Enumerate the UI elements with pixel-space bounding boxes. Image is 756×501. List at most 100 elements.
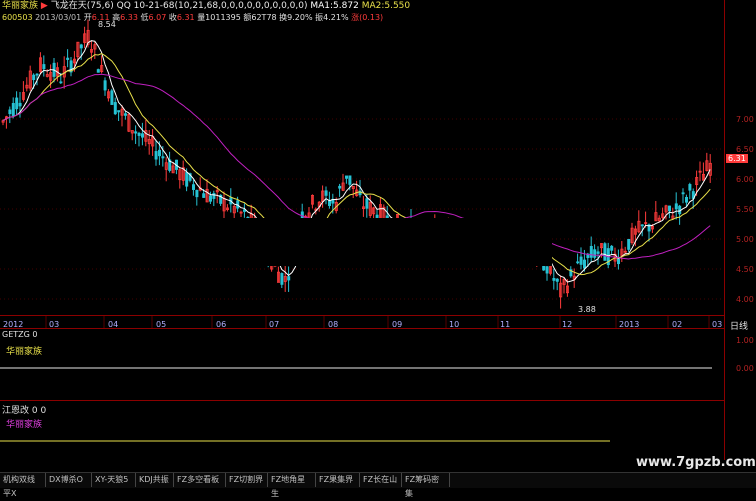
ma2-value: MA2:5.550 bbox=[361, 1, 411, 11]
overlay-top-right bbox=[430, 0, 724, 118]
amplitude-value: 振4.21% bbox=[315, 13, 349, 22]
volume-value: 量1011395 bbox=[197, 13, 241, 22]
candle-body bbox=[117, 110, 121, 113]
high-value: 6.33 bbox=[120, 13, 138, 22]
time-label-12: 12 bbox=[562, 320, 573, 329]
time-label-06: 06 bbox=[216, 320, 227, 329]
candle-body bbox=[191, 184, 195, 190]
candle-body bbox=[688, 184, 692, 191]
price-tick-4-50: 4.50 bbox=[736, 265, 754, 274]
low-value: 6.07 bbox=[148, 13, 167, 22]
candle-body bbox=[15, 97, 19, 110]
panel2-header: 江恩改 0 0 bbox=[2, 403, 46, 416]
candle-body bbox=[685, 196, 689, 203]
time-label-10: 10 bbox=[449, 320, 460, 329]
close-label: 收 bbox=[168, 13, 177, 22]
price-tick-6-00: 6.00 bbox=[736, 175, 754, 184]
time-label-07: 07 bbox=[269, 320, 280, 329]
panel2-title[interactable]: 江恩改 bbox=[2, 406, 29, 416]
candle-body bbox=[124, 113, 128, 116]
candle-body bbox=[287, 276, 291, 281]
turnover-value: 换9.20% bbox=[279, 13, 313, 22]
min-price-marker: 3.88 bbox=[578, 305, 596, 314]
time-label-08: 08 bbox=[328, 320, 339, 329]
max-price-marker: 8.54 bbox=[98, 20, 116, 29]
time-label-2013: 2013 bbox=[619, 320, 640, 329]
stock-name: 华丽家族 bbox=[2, 1, 39, 11]
indicator-params: 10-21-68(10,21,68,0,0,0,0,0,0,0,0,0,0) bbox=[133, 1, 308, 11]
candle-body bbox=[103, 80, 107, 91]
candle-body bbox=[365, 198, 369, 209]
price-panel-bottom-line bbox=[0, 315, 724, 316]
tab-indicator-8[interactable]: FZ果集界 bbox=[316, 473, 360, 487]
tab-indicator-10[interactable]: FZ筹码密集 bbox=[402, 473, 450, 498]
time-label-02: 02 bbox=[672, 320, 683, 329]
tab-indicator-3[interactable]: XY-天狼5 bbox=[92, 473, 136, 487]
period-label[interactable]: 日线 bbox=[730, 319, 748, 332]
overlay-band bbox=[0, 218, 552, 266]
tab-indicator-9[interactable]: FZ长在山 bbox=[360, 473, 402, 487]
change-value: 涨(0.13) bbox=[351, 13, 384, 22]
tab-indicator-5[interactable]: FZ多空看板 bbox=[174, 473, 226, 487]
price-tick-5-00: 5.00 bbox=[736, 235, 754, 244]
candle-body bbox=[327, 200, 331, 206]
price-tick-7-00: 7.00 bbox=[736, 115, 754, 124]
candle-body bbox=[140, 133, 144, 138]
time-label-09: 09 bbox=[392, 320, 403, 329]
open-label: 开 bbox=[83, 13, 92, 22]
watermark: www.7gpzb.com bbox=[636, 455, 756, 470]
price-tick-4-00: 4.00 bbox=[736, 295, 754, 304]
panel2-stock-name: 华丽家族 bbox=[6, 420, 43, 430]
candle-body bbox=[576, 261, 580, 264]
tab-indicator-1[interactable]: 机构双线平X bbox=[0, 473, 46, 498]
chart-right-border bbox=[724, 0, 725, 460]
time-label-2012: 2012 bbox=[3, 320, 24, 329]
candle-body bbox=[66, 57, 70, 60]
candle-body bbox=[617, 258, 621, 265]
tab-indicator-7[interactable]: FZ地角星生 bbox=[268, 473, 316, 498]
amount-value: 额62T78 bbox=[243, 13, 277, 22]
close-value: 6.31 bbox=[176, 13, 195, 22]
candle-body bbox=[552, 277, 556, 281]
panel1-header: GETZG 0 bbox=[2, 330, 37, 339]
candle-body bbox=[579, 256, 583, 265]
candle-body bbox=[42, 64, 46, 70]
candle-body bbox=[11, 102, 15, 116]
candle-body bbox=[185, 172, 189, 187]
panel1-value: 0 bbox=[32, 330, 38, 339]
candle-body bbox=[59, 81, 63, 84]
candle-body bbox=[681, 192, 685, 195]
panel1-tick-1-00: 1.00 bbox=[736, 336, 754, 345]
candle-body bbox=[161, 156, 165, 159]
candle-body bbox=[640, 224, 644, 227]
candle-body bbox=[589, 246, 593, 258]
price-chart[interactable] bbox=[0, 0, 756, 487]
candle-body bbox=[134, 131, 138, 134]
panel1-stock-name: 华丽家族 bbox=[6, 347, 43, 357]
tab-indicator-6[interactable]: FZ切割界 bbox=[226, 473, 268, 487]
candle-body bbox=[154, 151, 158, 160]
candle-body bbox=[280, 273, 284, 285]
candle-body bbox=[96, 69, 100, 73]
period-arrow-icon[interactable]: ▶ bbox=[41, 1, 48, 11]
candle-body bbox=[348, 175, 352, 185]
candle-body bbox=[344, 175, 348, 179]
candle-body bbox=[35, 73, 39, 76]
panel1-title[interactable]: GETZG bbox=[2, 330, 30, 339]
candle-body bbox=[324, 190, 328, 196]
panel2-values: 0 0 bbox=[31, 406, 47, 416]
time-label-03: 03 bbox=[49, 320, 60, 329]
tab-indicator-4[interactable]: KDJ共振 bbox=[136, 473, 174, 487]
candle-body bbox=[603, 243, 607, 261]
candle-body bbox=[545, 266, 549, 274]
time-label-05: 05 bbox=[156, 320, 167, 329]
candle-body bbox=[113, 102, 117, 115]
candle-body bbox=[110, 90, 114, 105]
price-tick-6-50: 6.50 bbox=[736, 145, 754, 154]
time-label-03b: 03 bbox=[712, 320, 723, 329]
stock-code: 600503 bbox=[2, 13, 33, 22]
tab-indicator-2[interactable]: DX博杀O bbox=[46, 473, 92, 487]
candle-body bbox=[596, 251, 600, 254]
panel2-top-line bbox=[0, 400, 724, 401]
header-row-2: 600503 2013/03/01 开6.11 高6.33 低6.07 收6.3… bbox=[2, 12, 383, 23]
